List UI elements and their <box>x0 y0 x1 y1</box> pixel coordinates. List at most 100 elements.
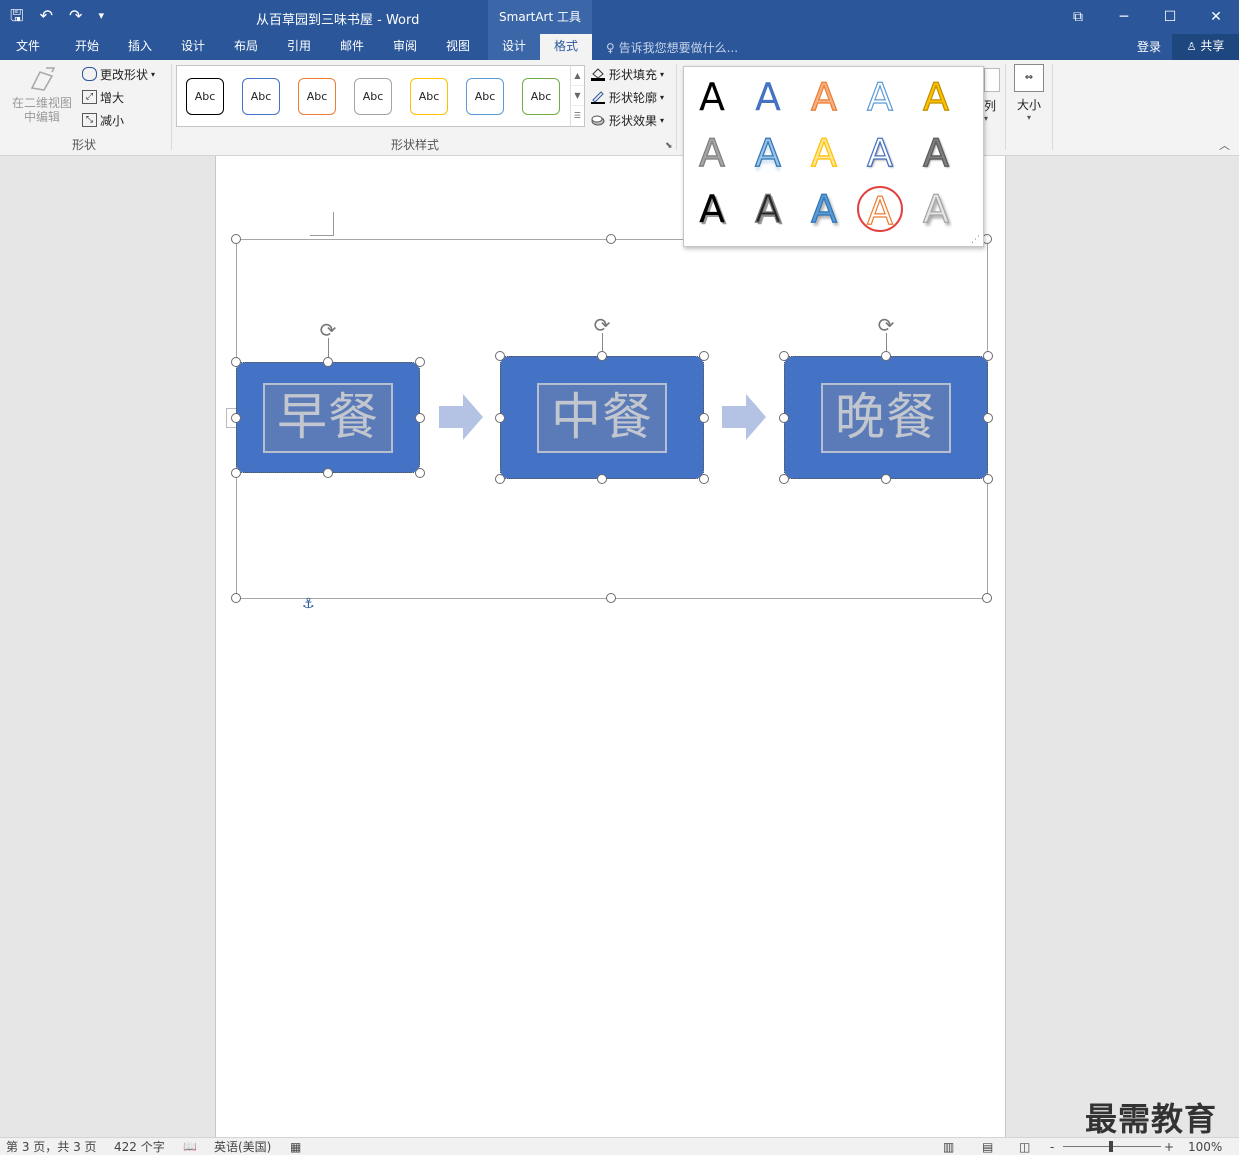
tab-layout[interactable]: 布局 <box>223 34 269 60</box>
wordart-style-option[interactable]: A <box>857 186 903 234</box>
zoom-slider-thumb[interactable] <box>1109 1141 1113 1152</box>
wordart-style-option[interactable]: A <box>857 74 903 120</box>
shape-style-swatch[interactable]: Abc <box>410 78 448 115</box>
smaller-button[interactable]: ⤡ 减小 <box>82 110 124 130</box>
shape-effects-button[interactable]: 形状效果 ▾ <box>590 110 664 130</box>
tab-view[interactable]: 视图 <box>435 34 481 60</box>
wordart-style-option[interactable]: A <box>745 74 791 120</box>
node-resize-handle[interactable] <box>597 351 607 361</box>
wordart-style-option[interactable]: A <box>801 186 847 232</box>
wordart-style-option[interactable]: A <box>689 74 735 120</box>
edit-in-2d-button[interactable]: 在二维视图中编辑 <box>4 66 80 124</box>
shape-style-swatch[interactable]: Abc <box>466 78 504 115</box>
gallery-down-icon[interactable]: ▼ <box>571 86 584 106</box>
node-resize-handle[interactable] <box>699 474 709 484</box>
resize-handle[interactable] <box>231 593 241 603</box>
node-resize-handle[interactable] <box>699 351 709 361</box>
node-resize-handle[interactable] <box>231 357 241 367</box>
node-resize-handle[interactable] <box>597 474 607 484</box>
wordart-style-option[interactable]: A <box>689 130 735 176</box>
node-resize-handle[interactable] <box>231 468 241 478</box>
resize-handle[interactable] <box>606 234 616 244</box>
tell-me-box[interactable]: ♀ 告诉我您想要做什么... <box>606 39 738 56</box>
print-layout-icon[interactable]: ▤ <box>982 1139 993 1155</box>
sign-in-link[interactable]: 登录 <box>1137 38 1161 55</box>
node-resize-handle[interactable] <box>779 351 789 361</box>
undo-icon[interactable]: ↶ <box>40 6 53 26</box>
node-resize-handle[interactable] <box>415 412 425 423</box>
zoom-out-button[interactable]: - <box>1050 1139 1054 1155</box>
node-resize-handle[interactable] <box>323 468 333 478</box>
rotate-handle-icon[interactable]: ⟳ <box>874 313 898 337</box>
node-resize-handle[interactable] <box>983 412 993 423</box>
share-button[interactable]: ♙ 共享 <box>1172 34 1239 60</box>
macro-icon[interactable]: ▦ <box>290 1139 301 1155</box>
tab-mailings[interactable]: 邮件 <box>329 34 375 60</box>
tab-design-document[interactable]: 设计 <box>170 34 216 60</box>
save-icon[interactable]: 🖫 <box>10 6 24 26</box>
wordart-style-option[interactable]: A <box>857 130 903 176</box>
node-resize-handle[interactable] <box>231 412 241 423</box>
tab-home[interactable]: 开始 <box>64 34 110 60</box>
customize-qat-icon[interactable]: ▾ <box>98 6 104 26</box>
shape-outline-button[interactable]: 形状轮廓 ▾ <box>590 87 664 107</box>
tab-file[interactable]: 文件 <box>6 34 50 60</box>
wordart-style-option[interactable]: A <box>745 186 791 232</box>
wordart-style-option[interactable]: A <box>745 130 791 176</box>
gallery-scrollbar[interactable]: ▲ ▼ ☰ <box>570 66 584 126</box>
wordart-style-option[interactable]: A <box>913 74 959 120</box>
node-resize-handle[interactable] <box>699 412 709 423</box>
node-resize-handle[interactable] <box>779 474 789 484</box>
wordart-style-option[interactable]: A <box>689 186 735 232</box>
shape-style-swatch[interactable]: Abc <box>298 78 336 115</box>
page-count[interactable]: 第 3 页，共 3 页 <box>6 1139 97 1155</box>
wordart-style-option[interactable]: A <box>913 130 959 176</box>
wordart-style-option[interactable]: A <box>801 130 847 176</box>
collapse-ribbon-icon[interactable]: ︿ <box>1219 137 1230 153</box>
tab-smartart-format[interactable]: 格式 <box>540 34 592 60</box>
node-resize-handle[interactable] <box>779 412 789 423</box>
shape-style-swatch[interactable]: Abc <box>354 78 392 115</box>
size-button[interactable]: ⇔ 大小 ▾ <box>1012 64 1046 122</box>
resize-handle[interactable] <box>982 593 992 603</box>
resize-handle[interactable] <box>231 234 241 244</box>
web-layout-icon[interactable]: ◫ <box>1019 1139 1030 1155</box>
tab-smartart-design[interactable]: 设计 <box>488 34 540 60</box>
rotate-handle-icon[interactable]: ⟳ <box>590 313 614 337</box>
gallery-up-icon[interactable]: ▲ <box>571 66 584 86</box>
larger-button[interactable]: ⤢ 增大 <box>82 87 124 107</box>
minimize-icon[interactable]: ─ <box>1101 0 1147 34</box>
node-resize-handle[interactable] <box>495 351 505 361</box>
read-mode-icon[interactable]: ▥ <box>943 1139 954 1155</box>
node-resize-handle[interactable] <box>983 351 993 361</box>
maximize-icon[interactable]: ☐ <box>1147 0 1193 34</box>
change-shape-button[interactable]: 更改形状 ▾ <box>82 64 155 84</box>
zoom-level[interactable]: 100% <box>1188 1139 1222 1155</box>
node-resize-handle[interactable] <box>495 474 505 484</box>
shape-fill-button[interactable]: 形状填充 ▾ <box>590 64 664 84</box>
node-resize-handle[interactable] <box>323 357 333 367</box>
flow-arrow[interactable] <box>722 394 766 440</box>
shape-style-swatch[interactable]: Abc <box>522 78 560 115</box>
ribbon-display-options-icon[interactable]: ⧉ <box>1055 0 1101 34</box>
word-count[interactable]: 422 个字 <box>114 1139 165 1155</box>
proofing-icon[interactable]: 📖 <box>183 1139 197 1155</box>
gallery-more-icon[interactable]: ☰ <box>571 106 584 126</box>
resize-handle[interactable] <box>606 593 616 603</box>
node-resize-handle[interactable] <box>495 412 505 423</box>
rotate-handle-icon[interactable]: ⟳ <box>316 318 340 342</box>
node-resize-handle[interactable] <box>881 351 891 361</box>
node-resize-handle[interactable] <box>415 468 425 478</box>
wordart-style-option[interactable]: A <box>801 74 847 120</box>
dialog-launcher-icon[interactable]: ⬊ <box>665 141 673 151</box>
node-resize-handle[interactable] <box>415 357 425 367</box>
tab-references[interactable]: 引用 <box>276 34 322 60</box>
redo-icon[interactable]: ↷ <box>69 6 82 26</box>
shape-style-swatch[interactable]: Abc <box>186 78 224 115</box>
node-resize-handle[interactable] <box>881 474 891 484</box>
tab-insert[interactable]: 插入 <box>117 34 163 60</box>
zoom-in-button[interactable]: + <box>1164 1139 1174 1155</box>
resize-grip-icon[interactable]: ⋰ <box>971 235 980 245</box>
language-indicator[interactable]: 英语(美国) <box>214 1139 271 1155</box>
wordart-style-option[interactable]: A <box>913 186 959 232</box>
